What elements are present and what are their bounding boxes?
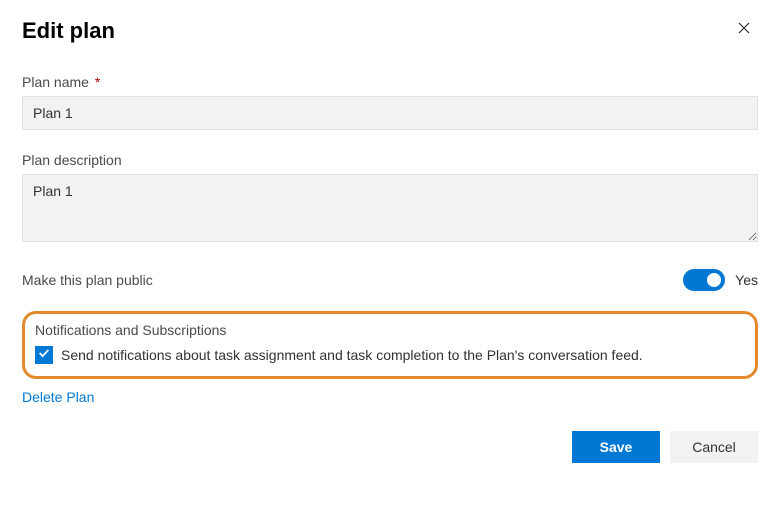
plan-description-label: Plan description	[22, 152, 758, 168]
public-toggle-row: Make this plan public Yes	[22, 269, 758, 291]
button-row: Save Cancel	[22, 431, 758, 463]
delete-plan-link[interactable]: Delete Plan	[22, 389, 94, 405]
public-toggle-label: Make this plan public	[22, 272, 153, 288]
public-toggle-switch[interactable]	[683, 269, 725, 291]
notifications-highlight: Notifications and Subscriptions Send not…	[22, 311, 758, 379]
notifications-section-title: Notifications and Subscriptions	[35, 322, 745, 338]
notifications-checkbox-label: Send notifications about task assignment…	[61, 347, 643, 363]
notifications-checkbox-row: Send notifications about task assignment…	[35, 346, 745, 364]
dialog-title: Edit plan	[22, 18, 115, 44]
plan-name-label: Plan name *	[22, 74, 758, 90]
cancel-button[interactable]: Cancel	[670, 431, 758, 463]
plan-name-field: Plan name *	[22, 74, 758, 130]
close-icon	[736, 20, 752, 40]
required-asterisk: *	[95, 74, 100, 90]
public-toggle-state: Yes	[735, 272, 758, 288]
plan-description-field: Plan description Plan 1	[22, 152, 758, 247]
toggle-thumb	[707, 273, 721, 287]
plan-name-input[interactable]	[22, 96, 758, 130]
checkmark-icon	[37, 346, 51, 365]
public-toggle-container: Yes	[683, 269, 758, 291]
close-button[interactable]	[730, 18, 758, 41]
plan-description-input[interactable]: Plan 1	[22, 174, 758, 242]
notifications-checkbox[interactable]	[35, 346, 53, 364]
dialog-header: Edit plan	[22, 18, 758, 44]
save-button[interactable]: Save	[572, 431, 660, 463]
